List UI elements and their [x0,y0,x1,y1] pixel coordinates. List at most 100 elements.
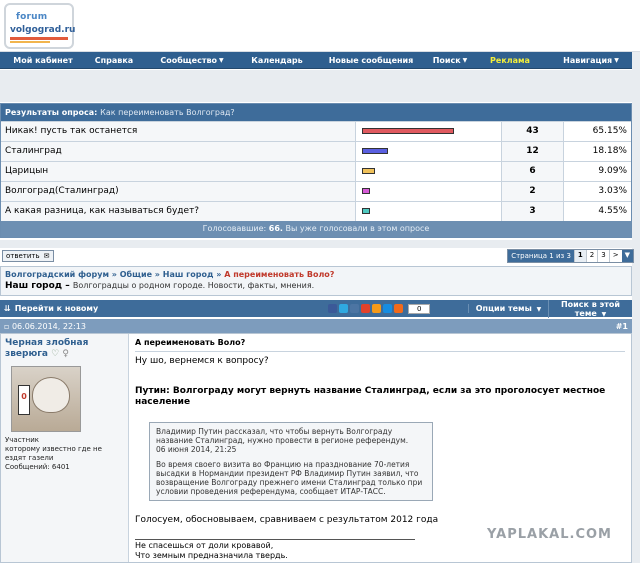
breadcrumb-link-general[interactable]: Общие [120,270,152,279]
page-link-1[interactable]: 1 [573,250,586,262]
poll-percent: 9.09% [598,166,627,176]
pagination: Страница 1 из 3 1 2 3 > ▼ [507,249,634,263]
chevron-down-icon: ▼ [601,310,607,318]
divider [135,351,625,352]
nav-advertising[interactable]: Реклама [470,52,550,68]
logo-stripe [10,37,68,40]
quote-paragraph-2: Во время своего визита во Францию на пра… [156,460,423,496]
poll-bar-cell [356,122,502,141]
share-bar: 0 [328,303,468,314]
share-count: 0 [408,303,431,314]
chevron-down-icon: ▼ [462,56,468,64]
logo-stripe-2 [10,41,50,43]
nav-search[interactable]: Поиск ▼ [430,52,470,68]
poll-title-label: Результаты опроса: [5,108,98,117]
reply-button[interactable]: ответить ✉ [2,250,54,262]
nav-community[interactable]: Сообщество ▼ [142,52,242,68]
mailru-icon[interactable] [383,304,392,313]
site-logo[interactable]: forum volgograd.ru [4,3,75,49]
poll-bar [362,208,370,214]
poll-percent: 4.55% [598,206,627,216]
post-icon: ▫ [4,321,10,331]
poll-question: Как переименовать Волгоград? [100,108,235,117]
nav-my-cabinet[interactable]: Мой кабинет [0,52,86,68]
page-link-2[interactable]: 2 [585,250,598,262]
breadcrumb-link-forum[interactable]: Волгоградский форум [5,270,109,279]
logo-text-top: forum [16,12,48,22]
avatar[interactable]: 0 [11,366,81,432]
poll-bar [362,168,375,174]
page-margin [632,52,640,563]
poll-option-row: Никак! пусть так останется 43 65.15% [1,121,631,141]
nav-new-posts[interactable]: Новые сообщения [312,52,430,68]
poll-option-text: Никак! пусть так останется [1,122,356,141]
author-rank: Участник [5,436,39,444]
chevron-down-icon: ▼ [219,56,224,64]
author-details: Участник которому известно где не ездят … [5,436,124,472]
nav-calendar[interactable]: Календарь [242,52,312,68]
section-description: Волгоградцы о родном городе. Новости, фа… [72,281,315,290]
breadcrumb-current: А переименовать Воло? [224,270,335,279]
author-post-count: Сообщений: 6401 [5,463,70,471]
chevron-down-icon: ▼ [614,56,619,64]
facebook-icon[interactable] [328,304,337,313]
twitter-icon[interactable] [339,304,348,313]
post-intro: Ну шо, вернемся к вопросу? [135,356,269,366]
gender-female-icon: ♀ [62,349,69,359]
quote-date: 06 июня 2014, 21:25 [156,445,237,454]
poll-percent: 18.18% [592,146,627,156]
poll-voters-count[interactable]: 66. [269,224,283,233]
google-plus-icon[interactable] [361,304,370,313]
post-signature: Не спасешься от доли кровавой, Что земны… [135,539,415,561]
poll-bar [362,148,388,154]
reply-label: ответить [6,252,40,260]
odnoklassniki-icon[interactable] [372,304,381,313]
author-title-2: ездят газели [5,454,54,462]
poll-header: Результаты опроса: Как переименовать Вол… [1,104,631,121]
thread-options-menu[interactable]: Опции темы ▼ [468,304,548,313]
search-thread-label: Поиск в этой теме [560,299,621,318]
poll-option-text: Сталинград [1,142,356,161]
section-heading: Наш город – Волгоградцы о родном городе.… [5,281,315,291]
goto-new-button[interactable]: ⇊ Перейти к новому [0,304,328,313]
post-headline: Путин: Волгограду могут вернуть название… [135,386,606,407]
post-closing: Голосуем, обосновываем, сравниваем с рез… [135,515,439,525]
post-title: А переименовать Воло? [135,338,246,347]
nav-navigation[interactable]: Навигация ▼ [550,52,632,68]
breadcrumb: Волгоградский форум » Общие » Наш город … [0,266,632,296]
post-number-link[interactable]: #1 [616,322,628,331]
page-link-3[interactable]: 3 [597,250,609,262]
chevron-down-icon[interactable]: ▼ [621,250,633,262]
poll-option-text: Волгоград(Сталинград) [1,182,356,201]
poll-option-row: А какая разница, как называться будет? 3 4… [1,201,631,221]
post-header: ▫ 06.06.2014, 22:13 #1 [0,319,632,333]
author-title-1: которому известно где не [5,445,102,453]
poll-bar-cell [356,162,502,181]
breadcrumb-link-city[interactable]: Наш город [163,270,214,279]
nav-help[interactable]: Справка [86,52,142,68]
offline-icon: ♡ [51,349,60,359]
site-header: forum volgograd.ru [0,0,640,52]
poll-bar-cell [356,202,502,221]
vk-icon[interactable] [350,304,359,313]
page-next[interactable]: > [608,250,622,262]
search-thread-menu[interactable]: Поиск в этой теме ▼ [548,299,632,318]
avatar-sign: 0 [18,385,30,415]
author-username[interactable]: Черная злобная зверюга ♡ ♀ [5,338,124,360]
poll-option-text: А какая разница, как называться будет? [1,202,356,221]
more-share-icon[interactable] [394,304,403,313]
section-title: Наш город [5,281,63,291]
post-author-panel: Черная злобная зверюга ♡ ♀ 0 Участник ко… [1,334,129,562]
poll-bar [362,128,454,134]
signature-line-1: Не спасешься от доли кровавой, [135,541,274,550]
poll-voters-label: Голосовавшие: [202,224,267,233]
poll-option-row: Волгоград(Сталинград) 2 3.03% [1,181,631,201]
quote-paragraph-1: Владимир Путин рассказал, что чтобы верн… [156,427,409,445]
breadcrumb-trail: Волгоградский форум » Общие » Наш город … [5,270,335,279]
reply-icon: ✉ [43,252,50,260]
poll-bar-cell [356,182,502,201]
watermark: YAPLAKAL.COM [487,527,612,542]
post-date: 06.06.2014, 22:13 [11,321,86,331]
poll-vote-count: 3 [502,202,564,221]
poll-percent: 3.03% [598,186,627,196]
